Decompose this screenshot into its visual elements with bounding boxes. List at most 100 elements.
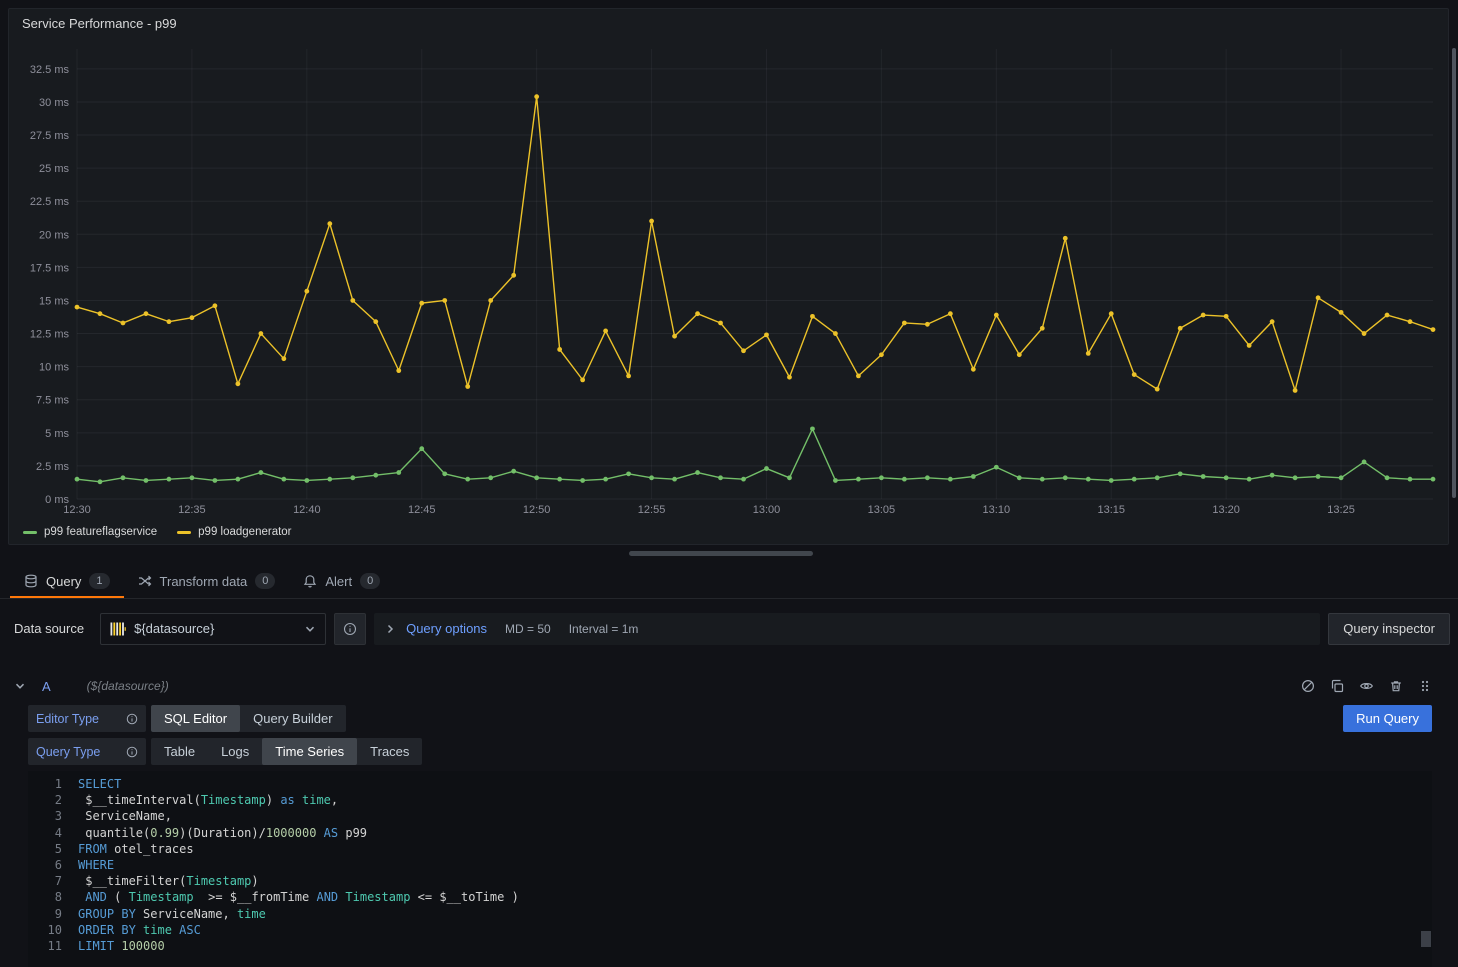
code-line[interactable]: 10ORDER BY time ASC xyxy=(28,922,1432,938)
code-line[interactable]: 4 quantile(0.99)(Duration)/1000000 AS p9… xyxy=(28,825,1432,841)
tab-query[interactable]: Query 1 xyxy=(10,566,124,598)
svg-text:32.5 ms: 32.5 ms xyxy=(30,64,70,76)
line-number: 2 xyxy=(28,792,78,808)
code-line[interactable]: 11LIMIT 100000 xyxy=(28,938,1432,954)
series-label: p99 featureflagservice xyxy=(44,526,157,538)
svg-text:15 ms: 15 ms xyxy=(39,295,69,307)
code-text: WHERE xyxy=(78,857,114,873)
svg-text:27.5 ms: 27.5 ms xyxy=(30,130,70,142)
legend-item-featureflagservice[interactable]: p99 featureflagservice xyxy=(23,526,157,538)
editor-type-label: Editor Type xyxy=(28,705,146,732)
series-color-swatch xyxy=(177,531,191,534)
svg-text:12:55: 12:55 xyxy=(638,504,666,516)
query-row-header[interactable]: A (${datasource}) xyxy=(14,672,1446,700)
svg-text:17.5 ms: 17.5 ms xyxy=(30,262,70,274)
bell-icon xyxy=(303,574,317,588)
sql-code-editor[interactable]: 1SELECT2 $__timeInterval(Timestamp) as t… xyxy=(28,771,1432,967)
shuffle-icon xyxy=(138,574,152,588)
code-line[interactable]: 1SELECT xyxy=(28,776,1432,792)
code-text: quantile(0.99)(Duration)/1000000 AS p99 xyxy=(78,825,367,841)
line-number: 6 xyxy=(28,857,78,873)
query-actions xyxy=(1301,679,1446,693)
panel-title: Service Performance - p99 xyxy=(22,16,177,31)
collapse-chevron-down-icon[interactable] xyxy=(14,680,26,692)
svg-text:25 ms: 25 ms xyxy=(39,163,69,175)
svg-text:13:05: 13:05 xyxy=(868,504,896,516)
query-options-toggle[interactable]: Query options xyxy=(406,621,487,636)
code-text: AND ( Timestamp >= $__fromTime AND Times… xyxy=(78,889,519,905)
disable-query-icon[interactable] xyxy=(1301,679,1315,693)
editor-type-row: Editor Type SQL Editor Query Builder Run… xyxy=(28,705,1432,732)
code-line[interactable]: 6WHERE xyxy=(28,857,1432,873)
code-line[interactable]: 2 $__timeInterval(Timestamp) as time, xyxy=(28,792,1432,808)
chevron-down-icon xyxy=(304,623,316,635)
code-line[interactable]: 7 $__timeFilter(Timestamp) xyxy=(28,873,1432,889)
tab-transform-data[interactable]: Transform data 0 xyxy=(124,566,290,598)
datasource-label: Data source xyxy=(8,621,92,636)
query-ref-id: A xyxy=(42,679,51,694)
code-line[interactable]: 8 AND ( Timestamp >= $__fromTime AND Tim… xyxy=(28,889,1432,905)
info-icon[interactable] xyxy=(126,746,138,758)
editor-type-query-builder[interactable]: Query Builder xyxy=(240,705,345,732)
duplicate-query-icon[interactable] xyxy=(1330,679,1344,693)
datasource-row: Data source ${datasource} Query xyxy=(8,612,1450,645)
query-type-table[interactable]: Table xyxy=(151,738,208,765)
code-lines: 1SELECT2 $__timeInterval(Timestamp) as t… xyxy=(28,776,1432,954)
code-text: SELECT xyxy=(78,776,121,792)
datasource-help-button[interactable] xyxy=(334,613,366,645)
query-datasource-hint: (${datasource}) xyxy=(87,679,169,693)
code-text: ORDER BY time ASC xyxy=(78,922,201,938)
code-line[interactable]: 5FROM otel_traces xyxy=(28,841,1432,857)
svg-text:13:15: 13:15 xyxy=(1097,504,1125,516)
editor-tabs: Query 1 Transform data 0 Alert 0 xyxy=(0,566,1458,599)
code-line[interactable]: 3 ServiceName, xyxy=(28,808,1432,824)
editor-overview-ruler-thumb[interactable] xyxy=(1421,931,1431,947)
chart-legend: p99 featureflagservice p99 loadgenerator xyxy=(23,526,292,538)
max-data-points-stat: MD = 50 xyxy=(505,622,551,636)
query-options-bar: Query options MD = 50 Interval = 1m xyxy=(374,613,1320,645)
tab-label: Alert xyxy=(325,574,352,589)
chevron-right-icon[interactable] xyxy=(384,623,396,635)
delete-query-icon[interactable] xyxy=(1389,679,1403,693)
code-text: ServiceName, xyxy=(78,808,172,824)
svg-text:5 ms: 5 ms xyxy=(45,428,69,440)
clickhouse-bars-icon xyxy=(110,621,126,637)
svg-text:13:10: 13:10 xyxy=(983,504,1011,516)
query-type-traces[interactable]: Traces xyxy=(357,738,422,765)
line-number: 3 xyxy=(28,808,78,824)
drag-handle-icon[interactable] xyxy=(1418,679,1432,693)
query-type-label: Query Type xyxy=(28,738,146,765)
query-type-time-series[interactable]: Time Series xyxy=(262,738,357,765)
svg-text:13:00: 13:00 xyxy=(753,504,781,516)
svg-text:12:50: 12:50 xyxy=(523,504,551,516)
toggle-visibility-icon[interactable] xyxy=(1359,679,1374,693)
info-icon[interactable] xyxy=(126,713,138,725)
series-label: p99 loadgenerator xyxy=(198,526,291,538)
line-number: 11 xyxy=(28,938,78,954)
query-inspector-button[interactable]: Query inspector xyxy=(1328,613,1450,645)
query-type-row: Query Type Table Logs Time Series Traces xyxy=(28,738,1432,765)
info-icon xyxy=(343,622,357,636)
code-line[interactable]: 9GROUP BY ServiceName, time xyxy=(28,906,1432,922)
legend-item-loadgenerator[interactable]: p99 loadgenerator xyxy=(177,526,291,538)
editor-type-sql-editor[interactable]: SQL Editor xyxy=(151,705,240,732)
query-type-logs[interactable]: Logs xyxy=(208,738,262,765)
datasource-picker[interactable]: ${datasource} xyxy=(100,613,326,645)
tab-label: Query xyxy=(46,574,81,589)
tab-alert[interactable]: Alert 0 xyxy=(289,566,394,598)
svg-text:12:40: 12:40 xyxy=(293,504,321,516)
svg-text:22.5 ms: 22.5 ms xyxy=(30,196,70,208)
timeseries-chart[interactable]: 0 ms2.5 ms5 ms7.5 ms10 ms12.5 ms15 ms17.… xyxy=(15,35,1441,521)
svg-text:12:30: 12:30 xyxy=(63,504,91,516)
svg-text:12:45: 12:45 xyxy=(408,504,436,516)
svg-text:13:25: 13:25 xyxy=(1327,504,1355,516)
svg-text:30 ms: 30 ms xyxy=(39,97,69,109)
code-text: FROM otel_traces xyxy=(78,841,194,857)
vertical-scrollbar-thumb[interactable] xyxy=(1452,48,1456,498)
svg-text:7.5 ms: 7.5 ms xyxy=(36,395,70,407)
run-query-button[interactable]: Run Query xyxy=(1343,705,1432,732)
code-text: $__timeInterval(Timestamp) as time, xyxy=(78,792,338,808)
horizontal-scrollbar-thumb[interactable] xyxy=(629,551,813,556)
svg-text:10 ms: 10 ms xyxy=(39,362,69,374)
database-icon xyxy=(24,574,38,588)
